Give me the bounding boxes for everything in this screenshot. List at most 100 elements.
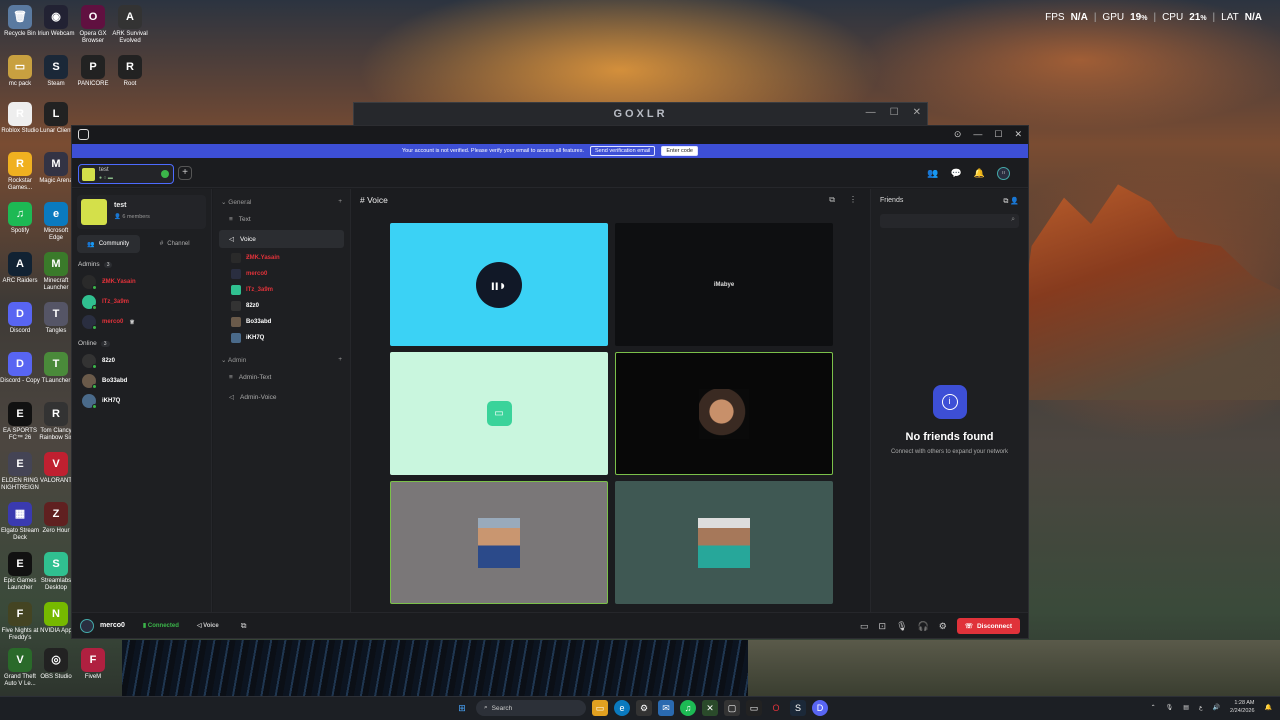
voice-member[interactable]: 82z0	[213, 298, 350, 314]
desktop-icon[interactable]: F FiveM	[73, 648, 113, 681]
desktop-icon[interactable]: ◎ OBS Studio	[36, 648, 76, 681]
popout-icon[interactable]: ⧉	[829, 195, 835, 205]
desktop-icon[interactable]: R Rockstar Games...	[0, 152, 40, 192]
voice-member[interactable]: ITz_3a9m	[213, 282, 350, 298]
desktop-icon[interactable]: D Discord - Copy	[0, 352, 40, 385]
close-icon[interactable]: ✕	[913, 107, 921, 118]
settings-gear-icon[interactable]: ⚙	[939, 621, 947, 632]
member-row[interactable]: merco0 ♕	[72, 312, 211, 332]
video-tile-imabye[interactable]: iMabye	[615, 223, 833, 346]
network-icon[interactable]: ▤	[1183, 704, 1189, 711]
tab-community[interactable]: 👥 Community	[77, 235, 140, 253]
more-options-icon[interactable]: ⋮	[849, 195, 857, 205]
edge-icon[interactable]: e	[614, 700, 630, 716]
microphone-icon[interactable]: 🎙	[896, 621, 907, 632]
discord-icon[interactable]: D	[812, 700, 828, 716]
opera-gx-icon[interactable]: O	[768, 700, 784, 716]
add-channel-icon[interactable]: +	[338, 198, 342, 206]
channel-admin-voice[interactable]: ◁ Admin-Voice	[219, 388, 344, 406]
channel-text[interactable]: ≡ Text	[219, 210, 344, 228]
desktop-icon[interactable]: T Tangles	[36, 302, 76, 335]
messages-icon[interactable]: 💬	[951, 168, 962, 179]
popout-icon[interactable]: ⧉	[1003, 198, 1008, 205]
desktop-icon[interactable]: D Discord	[0, 302, 40, 335]
desktop-icon[interactable]: L Lunar Client	[36, 102, 76, 135]
server-card[interactable]: test 👤 6 members	[77, 195, 206, 229]
desktop-icon[interactable]: E ELDEN RING NIGHTREIGN	[0, 452, 40, 492]
goxlr-window[interactable]: GOXLR — ☐ ✕	[353, 102, 928, 126]
add-channel-icon[interactable]: +	[338, 356, 342, 364]
send-verification-button[interactable]: Send verification email	[590, 146, 656, 156]
desktop-icon[interactable]: Z Zero Hour	[36, 502, 76, 535]
video-tile-bo33abd[interactable]	[390, 481, 608, 604]
file-explorer-icon[interactable]: ▭	[592, 700, 608, 716]
desktop-icon[interactable]: S Streamlabs Desktop	[36, 552, 76, 592]
video-tile-merco0[interactable]: ıı◗	[390, 223, 608, 346]
add-friend-icon[interactable]: 👤	[1010, 198, 1019, 205]
screen-share-icon[interactable]: ▭	[860, 621, 869, 632]
member-row[interactable]: 82z0	[72, 351, 211, 371]
desktop-icon[interactable]: R Root	[110, 55, 150, 88]
channel-voice[interactable]: ◁ Voice	[219, 230, 344, 248]
channel-admin-text[interactable]: ≡ Admin-Text	[219, 368, 344, 386]
desktop-icon[interactable]: ▭ mc pack	[0, 55, 40, 88]
desktop-icon[interactable]: V Grand Theft Auto V Le...	[0, 648, 40, 688]
desktop-icon[interactable]: F Five Nights at Freddy's	[0, 602, 40, 642]
headphones-icon[interactable]: 🎧	[918, 621, 929, 632]
clock[interactable]: 1:28 AM 2/24/2026	[1230, 699, 1254, 715]
desktop-icon[interactable]: R Roblox Studio	[0, 102, 40, 135]
tray-chevron-icon[interactable]: ⌃	[1151, 704, 1156, 711]
app-icon[interactable]: ▢	[724, 700, 740, 716]
desktop-icon[interactable]: ♫ Spotify	[0, 202, 40, 235]
desktop-icon[interactable]: E EA SPORTS FC™ 26	[0, 402, 40, 442]
voice-member[interactable]: iKH7Q	[213, 330, 350, 346]
desktop-icon[interactable]: V VALORANT	[36, 452, 76, 485]
desktop-icon[interactable]: S Steam	[36, 55, 76, 88]
friends-icon[interactable]: 👥	[927, 168, 938, 179]
member-row[interactable]: iKH7Q	[72, 391, 211, 411]
desktop-icon[interactable]: O Opera GX Browser	[73, 5, 113, 45]
desktop-icon[interactable]: N NVIDIA App	[36, 602, 76, 635]
desktop-icon[interactable]: P PANICORE	[73, 55, 113, 88]
member-row[interactable]: ƵMK.Yasain	[72, 272, 211, 292]
user-avatar[interactable]: ıı	[997, 167, 1010, 180]
video-tile-itz[interactable]: ▭	[390, 352, 608, 475]
close-icon[interactable]: ✕	[1014, 129, 1022, 140]
desktop-icon[interactable]: e Microsoft Edge	[36, 202, 76, 242]
disconnect-button[interactable]: ☏ Disconnect	[956, 618, 1020, 634]
maximize-icon[interactable]: ☐	[890, 107, 899, 118]
desktop-icon[interactable]: T TLauncher	[36, 352, 76, 385]
mail-icon[interactable]: ✉	[658, 700, 674, 716]
desktop-icon[interactable]: M Magic Arena	[36, 152, 76, 185]
voice-member[interactable]: merco0	[213, 266, 350, 282]
enter-code-button[interactable]: Enter code	[661, 146, 698, 156]
desktop-icon[interactable]: M Minecraft Launcher	[36, 252, 76, 292]
notification-bell-icon[interactable]: 🔔	[1265, 704, 1272, 711]
desktop-icon[interactable]: ◉ Iriun Webcam	[36, 5, 76, 38]
xbox-icon[interactable]: ✕	[702, 700, 718, 716]
desktop-icon[interactable]: ▦ Elgato Stream Deck	[0, 502, 40, 542]
server-tab-test[interactable]: test ● ○ ▬	[78, 164, 174, 184]
member-row[interactable]: ITz_3a9m	[72, 292, 211, 312]
desktop-icon[interactable]: E Epic Games Launcher	[0, 552, 40, 592]
user-avatar[interactable]	[80, 618, 94, 633]
category-general[interactable]: ⌄ General +	[221, 198, 342, 206]
minimize-icon[interactable]: —	[866, 107, 876, 118]
volume-icon[interactable]: 🔊	[1213, 704, 1220, 711]
desktop-icon[interactable]: A ARC Raiders	[0, 252, 40, 285]
language-icon[interactable]: ع	[1199, 704, 1203, 711]
popout-icon[interactable]: ⧉	[241, 621, 247, 631]
windows-start-icon[interactable]: ⊞	[454, 700, 470, 716]
maximize-icon[interactable]: ☐	[994, 129, 1002, 140]
steam-icon[interactable]: S	[790, 700, 806, 716]
help-icon[interactable]: ⊙	[954, 129, 962, 140]
member-row[interactable]: Bo33abd	[72, 371, 211, 391]
tab-channel[interactable]: # Channel	[144, 235, 207, 253]
voice-app-icon[interactable]: ▭	[746, 700, 762, 716]
minimize-icon[interactable]: —	[973, 129, 982, 140]
friends-search-input[interactable]: ⌕	[880, 214, 1019, 228]
desktop-icon[interactable]: A ARK Survival Evolved	[110, 5, 150, 45]
voice-member[interactable]: ƵMK.Yasain	[213, 250, 350, 266]
desktop-icon[interactable]: 🗑 Recycle Bin	[0, 5, 40, 38]
settings-app-icon[interactable]: ⚙	[636, 700, 652, 716]
